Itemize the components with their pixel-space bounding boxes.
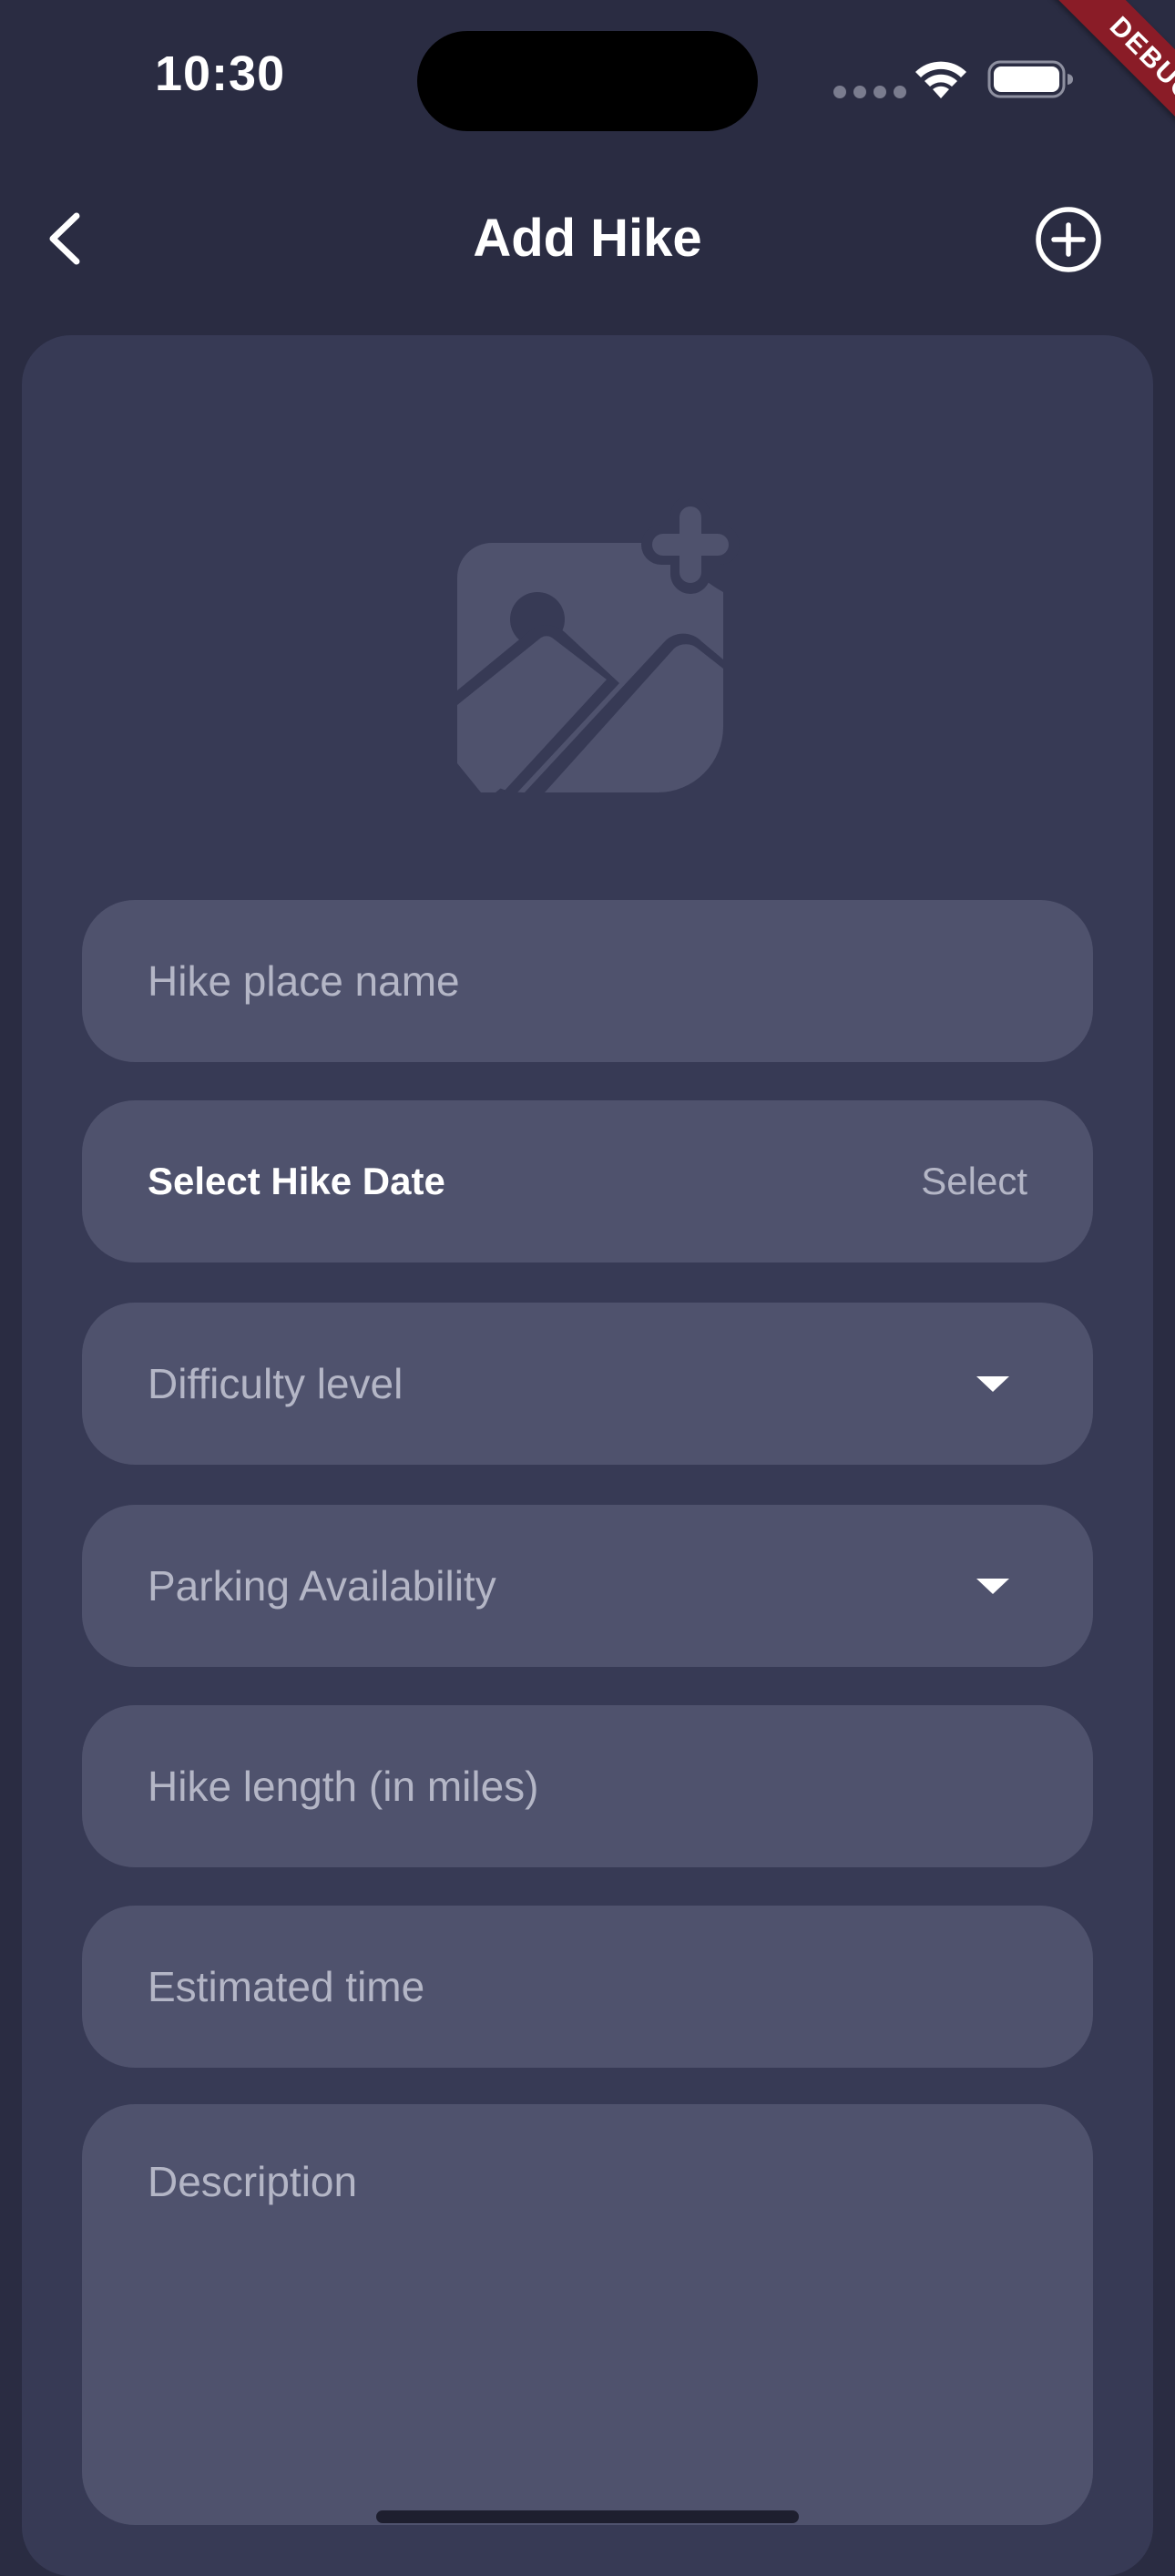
hike-name-field[interactable]: Hike place name	[82, 900, 1093, 1062]
select-date-button[interactable]: Select	[921, 1160, 1027, 1203]
status-bar: 10:30	[0, 0, 1175, 155]
estimated-time-field[interactable]: Estimated time	[82, 1906, 1093, 2068]
page-title: Add Hike	[473, 209, 702, 268]
home-indicator	[376, 2510, 799, 2523]
dynamic-island	[417, 31, 758, 131]
app-bar: Add Hike	[0, 182, 1175, 295]
hike-date-field[interactable]: Select Hike Date Select	[82, 1100, 1093, 1262]
add-circle-icon	[1036, 207, 1101, 272]
estimated-time-placeholder: Estimated time	[148, 1963, 425, 2010]
add-photo-icon[interactable]	[408, 435, 791, 818]
hike-date-label: Select Hike Date	[148, 1160, 445, 1202]
add-hike-button[interactable]	[1029, 200, 1108, 279]
dropdown-arrow-icon	[976, 1375, 1009, 1392]
difficulty-dropdown[interactable]: Difficulty level	[82, 1303, 1093, 1465]
hike-name-placeholder: Hike place name	[148, 957, 460, 1005]
difficulty-placeholder: Difficulty level	[148, 1360, 404, 1407]
parking-placeholder: Parking Availability	[148, 1562, 496, 1610]
description-placeholder: Description	[148, 2158, 358, 2205]
form-card: Hike place name Select Hike Date Select …	[22, 335, 1153, 2576]
hike-length-field[interactable]: Hike length (in miles)	[82, 1705, 1093, 1867]
parking-dropdown[interactable]: Parking Availability	[82, 1505, 1093, 1667]
battery-icon	[987, 60, 1073, 98]
signal-icon	[833, 86, 906, 98]
hike-length-placeholder: Hike length (in miles)	[148, 1763, 539, 1810]
description-field[interactable]: Description	[82, 2104, 1093, 2525]
status-time: 10:30	[155, 46, 286, 101]
wifi-icon	[915, 61, 966, 98]
dropdown-arrow-icon	[976, 1578, 1009, 1594]
